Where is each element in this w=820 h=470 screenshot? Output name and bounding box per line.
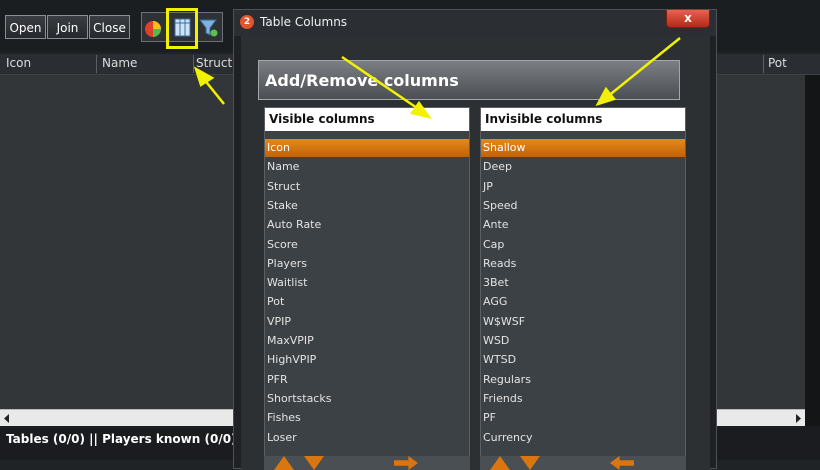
annotation-arrows bbox=[193, 37, 681, 119]
